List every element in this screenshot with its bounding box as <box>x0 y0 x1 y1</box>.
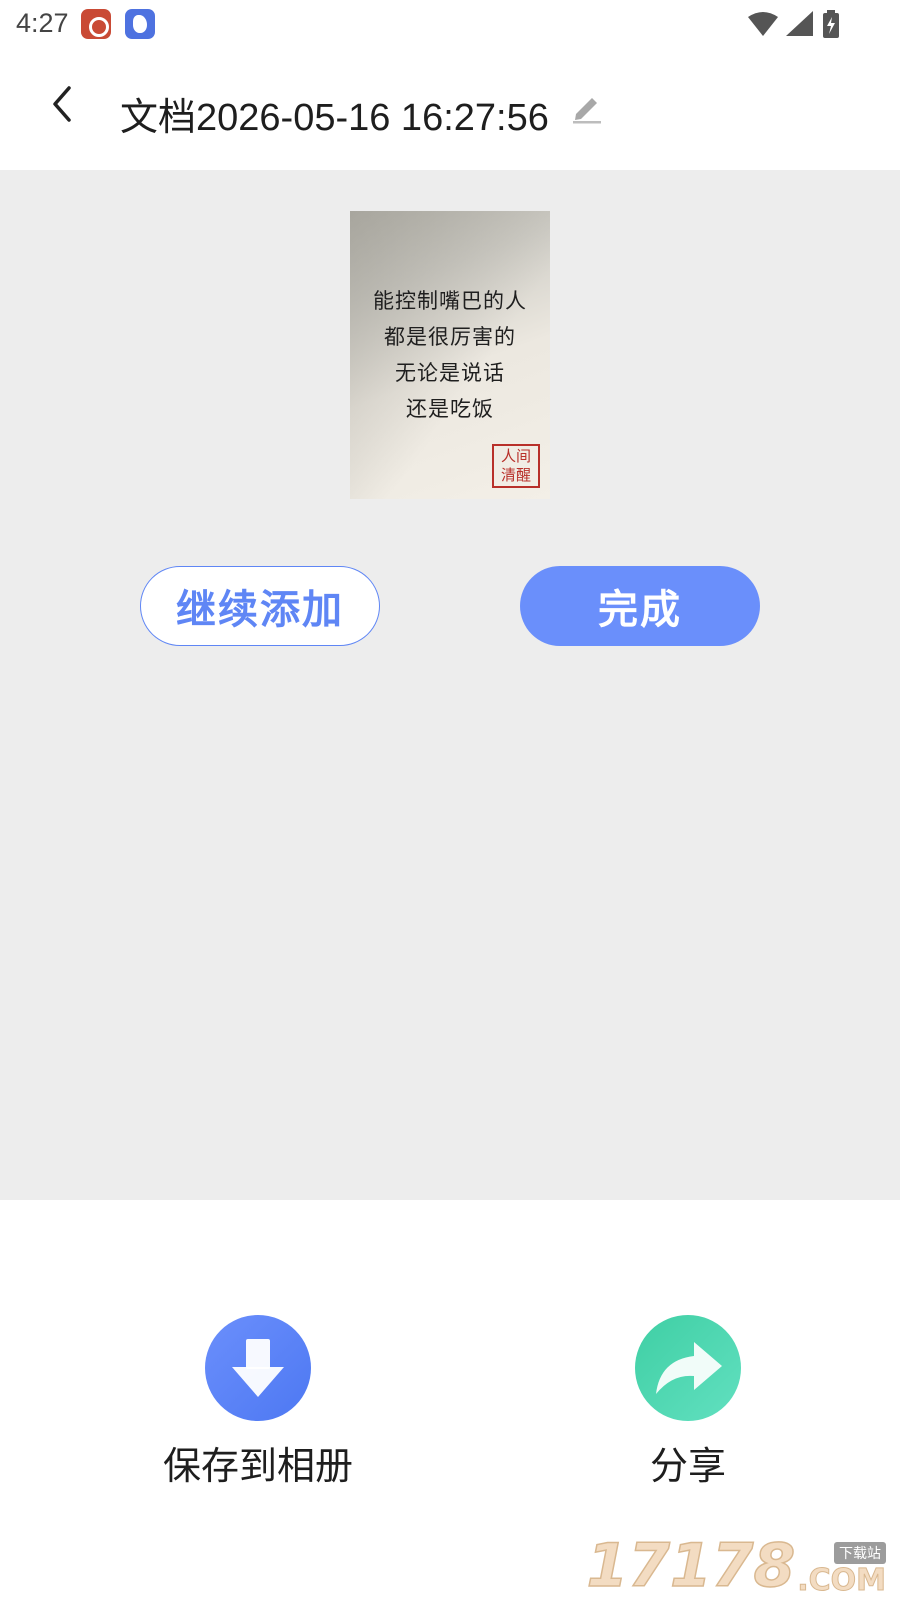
thumbnail-seal: 人间 清醒 <box>492 444 540 488</box>
done-button[interactable]: 完成 <box>520 566 760 646</box>
save-label: 保存到相册 <box>162 1446 353 1488</box>
watermark-suffix: 下载站 .COM <box>797 1542 886 1596</box>
seal-line: 人间 <box>500 447 531 465</box>
page-title: 文档2026-05-16 16:27:56 <box>120 97 549 139</box>
watermark-tag: 下载站 <box>834 1542 886 1564</box>
status-time: 4:27 <box>16 8 69 38</box>
thumbnail-line: 能控制嘴巴的人 <box>373 289 527 313</box>
top-bar: 文档2026-05-16 16:27:56 <box>0 48 900 170</box>
seal-line: 清醒 <box>500 466 531 484</box>
signal-icon <box>786 11 813 36</box>
thumbnail-line: 都是很厉害的 <box>384 325 516 349</box>
back-button[interactable] <box>34 76 90 132</box>
pencil-icon <box>573 98 601 124</box>
status-bar: 4:27 <box>0 0 900 48</box>
status-icons <box>748 10 840 38</box>
continue-add-button[interactable]: 继续添加 <box>140 566 380 646</box>
bottom-action-panel: 保存到相册 分享 17178 下载站 .COM <box>0 1200 900 1600</box>
chevron-left-icon <box>53 86 71 122</box>
wifi-icon <box>748 12 778 36</box>
thumbnail-text: 能控制嘴巴的人 都是很厉害的 无论是说话 还是吃饭 <box>350 283 550 427</box>
bird-app-icon <box>125 9 155 39</box>
main-area: 能控制嘴巴的人 都是很厉害的 无论是说话 还是吃饭 人间 清醒 继续添加 完成 <box>0 170 900 1200</box>
page-thumbnail[interactable]: 能控制嘴巴的人 都是很厉害的 无论是说话 还是吃饭 人间 清醒 <box>350 211 550 499</box>
watermark-domain: .COM <box>797 1563 887 1598</box>
save-to-album-button[interactable]: 保存到相册 <box>128 1315 388 1495</box>
share-circle <box>635 1315 741 1421</box>
share-button[interactable]: 分享 <box>558 1315 818 1495</box>
edit-title-button[interactable] <box>570 90 604 124</box>
weibo-icon <box>81 9 111 39</box>
share-label: 分享 <box>649 1446 726 1488</box>
watermark-digits: 17178 <box>586 1531 796 1600</box>
thumbnail-line: 还是吃饭 <box>406 397 494 421</box>
thumbnail-line: 无论是说话 <box>395 361 505 385</box>
save-circle <box>205 1315 311 1421</box>
download-arrow-icon <box>232 1339 284 1397</box>
share-arrow-icon <box>656 1342 722 1394</box>
watermark-logo: 17178 下载站 .COM <box>586 1531 887 1600</box>
battery-charging-icon <box>823 10 839 38</box>
